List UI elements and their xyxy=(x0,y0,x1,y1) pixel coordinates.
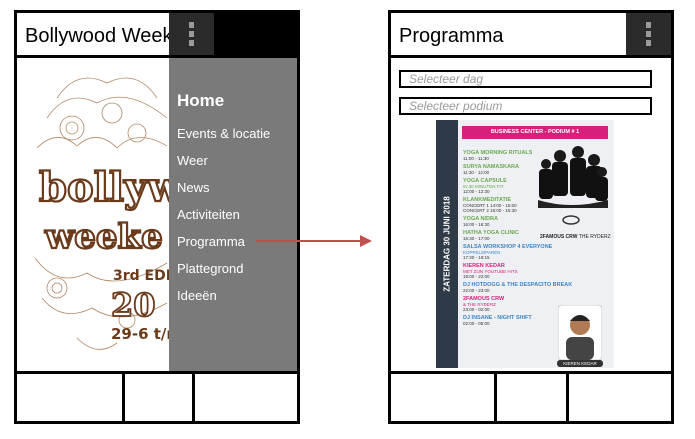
menu-item-0[interactable]: Home xyxy=(177,88,270,120)
select-day-placeholder: Selecteer dag xyxy=(409,72,484,86)
schedule-item: DJ INSANE - NIGHT SHIFT 02:00 - 05:00 xyxy=(463,315,553,326)
kebab-menu-icon[interactable] xyxy=(626,13,671,55)
schedule-item-time: 02:00 - 05:00 xyxy=(463,321,490,326)
crew-photo xyxy=(532,142,610,232)
schedule-item-time: 17:30 - 18:15 xyxy=(463,255,490,260)
menu-item-4[interactable]: Activiteiten xyxy=(177,201,270,228)
schedule-item-time: 19:00 - 22:00 xyxy=(463,274,490,279)
phone-mockup-programma: Programma Selecteer dag Selecteer podium… xyxy=(388,10,674,424)
app-header: Bollywood Weekend xyxy=(17,13,297,58)
menu-item-2[interactable]: Weer xyxy=(177,147,270,174)
footer-tab-3[interactable] xyxy=(195,374,297,421)
phone-mockup-home: Bollywood Weekend bollyw weeke 3rd EDIT … xyxy=(14,10,300,424)
menu-item-5[interactable]: Programma xyxy=(177,228,270,255)
footer-tab-bar xyxy=(17,371,297,421)
kebab-menu-icon[interactable] xyxy=(169,13,214,55)
header-dark-area xyxy=(214,13,297,55)
menu-item-3[interactable]: News xyxy=(177,174,270,201)
crew-label: 2FAMOUS CRW THE RYDERZ xyxy=(540,234,611,240)
menu-item-7[interactable]: Ideeën xyxy=(177,282,270,309)
select-day-dropdown[interactable]: Selecteer dag xyxy=(399,70,652,88)
page-title: Programma xyxy=(399,25,504,47)
schedule-item: DJ HOTDOGG & THE DESPACITO BREAK 22:00 - … xyxy=(463,282,572,293)
menu-item-6[interactable]: Plattegrond xyxy=(177,255,270,282)
logo-word-bollywood: bollyw xyxy=(39,164,169,211)
schedule-item: 2FAMOUS CRW & THE RYDERZ 23:00 - 02:00 xyxy=(463,296,553,312)
program-poster: ZATERDAG 30 JUNI 2018 BUSINESS CENTER - … xyxy=(436,120,614,368)
navigation-drawer: Home Events & locatie Weer News Activiteiten… xyxy=(169,58,297,371)
poster-date-label: ZATERDAG 30 JUNI 2018 xyxy=(442,196,452,292)
logo-dates: 29-6 t/m xyxy=(111,325,169,343)
logo-word-weekend: weeke xyxy=(44,217,163,257)
footer-tab-bar xyxy=(391,371,671,421)
menu-item-1[interactable]: Events & locatie xyxy=(177,120,270,147)
kieren-kedar-photo xyxy=(558,305,602,360)
schedule-item: KIEREN KEDAR MET ZIJN YOUTUBE HITS 19:00 -… xyxy=(463,263,553,279)
schedule-item-time: 22:00 - 23:00 xyxy=(463,288,490,293)
poster-header: BUSINESS CENTER - PODIUM # 1 xyxy=(462,126,608,139)
schedule-item: SALSA WORKSHOP 4 EVERYONE KOPPELS/PAREN 17… xyxy=(463,244,553,260)
select-stage-dropdown[interactable]: Selecteer podium xyxy=(399,97,652,115)
footer-tab-1[interactable] xyxy=(391,374,497,421)
schedule-item-time: 23:00 - 02:00 xyxy=(463,307,490,312)
footer-tab-3[interactable] xyxy=(569,374,671,421)
festival-logo: bollyw weeke 3rd EDIT 20 29-6 t/m xyxy=(17,58,184,371)
footer-tab-1[interactable] xyxy=(17,374,125,421)
app-header: Programma xyxy=(391,13,671,58)
logo-year: 20 xyxy=(111,286,156,324)
footer-tab-2[interactable] xyxy=(497,374,569,421)
select-stage-placeholder: Selecteer podium xyxy=(409,99,503,113)
kieren-kedar-label: KIEREN KEDAR xyxy=(557,360,603,367)
footer-tab-2[interactable] xyxy=(125,374,195,421)
logo-edition: 3rd EDIT xyxy=(113,268,169,284)
